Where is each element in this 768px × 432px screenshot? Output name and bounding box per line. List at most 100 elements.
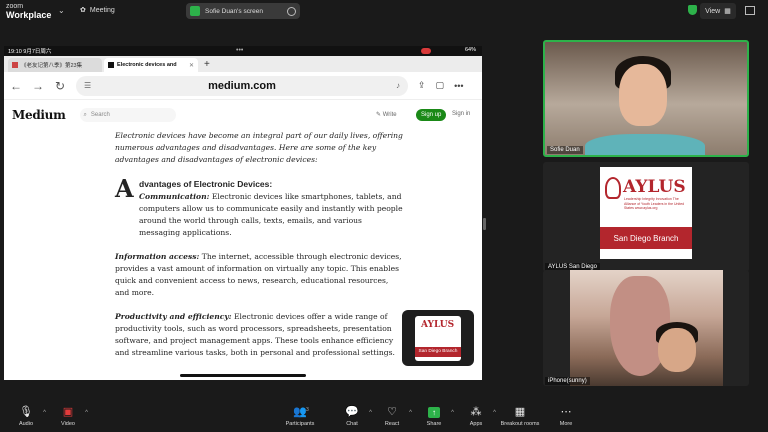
share-status-text: Sofie Duan's screen bbox=[205, 7, 263, 15]
shared-screen: 19:10 9月7日周六 ••• 64% 《老友记第八季》第23集 Electr… bbox=[4, 46, 482, 380]
microphone-icon[interactable]: ♪ bbox=[396, 81, 400, 90]
heading-text: dvantages of Electronic Devices: bbox=[139, 179, 273, 189]
chevron-up-icon[interactable]: ^ bbox=[409, 410, 412, 416]
chevron-up-icon[interactable]: ^ bbox=[85, 410, 88, 416]
audio-label: Audio bbox=[18, 421, 34, 427]
write-button[interactable]: ✎ Write bbox=[376, 111, 397, 118]
breakout-grid-icon: ▦ bbox=[514, 406, 526, 418]
sign-in-link[interactable]: Sign in bbox=[452, 111, 470, 117]
pip-band-text: San Diego Branch bbox=[415, 346, 461, 357]
medium-favicon-icon bbox=[108, 62, 114, 68]
video-feed-body bbox=[585, 134, 705, 155]
browser-tab[interactable]: 《老友记第八季》第23集 bbox=[8, 58, 102, 72]
more-dots-icon: ⋯ bbox=[560, 406, 572, 418]
medium-logo[interactable]: Medium bbox=[12, 108, 66, 122]
new-tab-icon[interactable]: + bbox=[200, 59, 214, 72]
share-sheet-icon[interactable]: ⇪ bbox=[418, 80, 426, 91]
apps-label: Apps bbox=[469, 421, 483, 427]
tab-count-icon[interactable]: ▢ bbox=[436, 80, 445, 91]
p1-label: Communication: bbox=[139, 192, 210, 201]
split-handle[interactable] bbox=[483, 218, 486, 230]
more-dots-icon[interactable]: ••• bbox=[454, 81, 463, 91]
p2-label: Information access: bbox=[115, 252, 200, 261]
chat-label: Chat bbox=[346, 421, 358, 427]
chat-button[interactable]: 💬 Chat ^ bbox=[332, 406, 372, 427]
participant-tile[interactable]: iPhone(sunny) bbox=[543, 270, 749, 386]
participants-label: Participants bbox=[285, 421, 315, 427]
search-placeholder: Search bbox=[90, 112, 110, 118]
back-icon[interactable]: ← bbox=[10, 79, 22, 93]
sign-up-button[interactable]: Sign up bbox=[416, 109, 447, 121]
pip-video[interactable]: AYLUS San Diego Branch bbox=[402, 310, 474, 366]
participant-tile-active[interactable]: Sofie Duan bbox=[543, 40, 749, 157]
tab-label: Electronic devices and bbox=[117, 62, 177, 68]
security-shield-icon[interactable] bbox=[688, 5, 697, 15]
zoom-brand: zoom Workplace bbox=[6, 2, 51, 20]
tab-favicon-icon bbox=[12, 62, 18, 68]
share-button[interactable]: ↑ Share ^ bbox=[414, 406, 454, 427]
meeting-label: Meeting bbox=[89, 6, 115, 14]
aylus-logo-card: AYLUS Leadership Integrity Innovation Th… bbox=[600, 167, 692, 259]
video-label: Video bbox=[61, 421, 75, 427]
participant-name: iPhone(sunny) bbox=[545, 377, 590, 385]
meeting-menu[interactable]: ✿ Meeting bbox=[80, 6, 115, 15]
audio-button[interactable]: 🎙 Audio ^ bbox=[6, 406, 46, 427]
share-arrow-icon: ↑ bbox=[428, 407, 440, 418]
browser-tabs: 《老友记第八季》第23集 Electronic devices and ✕ + bbox=[4, 56, 482, 72]
pip-logo-card: AYLUS San Diego Branch bbox=[415, 315, 461, 361]
brand-main: Workplace bbox=[6, 10, 52, 20]
video-feed-face bbox=[619, 64, 667, 126]
browser-tab-active[interactable]: Electronic devices and ✕ bbox=[104, 58, 198, 72]
chevron-up-icon[interactable]: ^ bbox=[451, 410, 454, 416]
aylus-subtitle: Leadership Integrity Innovation The Alli… bbox=[624, 197, 685, 210]
view-grid-icon: ▦ bbox=[724, 8, 731, 15]
share-label: Share bbox=[426, 421, 442, 427]
forward-icon[interactable]: → bbox=[32, 79, 44, 93]
drop-cap: A bbox=[115, 174, 134, 203]
battery-status: 64% bbox=[464, 47, 476, 53]
view-button[interactable]: View ▦ bbox=[700, 3, 736, 19]
react-label: React bbox=[384, 421, 400, 427]
chat-icon: 💬 bbox=[345, 406, 359, 418]
reader-icon[interactable]: ☰ bbox=[84, 81, 91, 90]
breakout-rooms-button[interactable]: ▦ Breakout rooms bbox=[496, 406, 544, 427]
url-field[interactable]: ☰ medium.com ♪ bbox=[76, 75, 408, 96]
video-feed bbox=[570, 270, 723, 386]
section-heading: A dvantages of Electronic Devices: Commu… bbox=[115, 174, 403, 239]
nav-arrows-icon[interactable]: ⌄ bbox=[58, 6, 68, 15]
url-text: medium.com bbox=[208, 79, 276, 92]
chevron-up-icon[interactable]: ^ bbox=[43, 410, 46, 416]
paw-icon: ✿ bbox=[80, 7, 86, 14]
close-tab-icon[interactable]: ✕ bbox=[189, 62, 194, 69]
video-button[interactable]: ▣ Video ^ bbox=[48, 406, 88, 427]
address-bar: ← → ↻ ☰ medium.com ♪ ⇪ ▢ ••• bbox=[4, 72, 482, 100]
recording-icon bbox=[421, 48, 431, 54]
reload-icon[interactable]: ↻ bbox=[54, 79, 66, 93]
ipad-status-bar: 19:10 9月7日周六 ••• 64% bbox=[4, 46, 482, 56]
apps-button[interactable]: ⁂ Apps ^ bbox=[456, 406, 496, 427]
maximize-icon[interactable] bbox=[745, 6, 755, 15]
participant-name: Sofie Duan bbox=[547, 146, 583, 154]
aylus-band-text: San Diego Branch bbox=[600, 227, 692, 249]
react-button[interactable]: ♡ React ^ bbox=[372, 406, 412, 427]
meeting-toolbar: 🎙 Audio ^ ▣ Video ^ 👥 3 Participants 💬 C… bbox=[0, 402, 768, 432]
tab-label: 《老友记第八季》第23集 bbox=[21, 63, 83, 69]
medium-header: Medium ⌕ Search ✎ Write Sign up Sign in bbox=[4, 100, 482, 130]
status-time: 19:10 9月7日周六 bbox=[8, 49, 52, 55]
write-label: Write bbox=[382, 112, 397, 118]
aylus-logo-text: AYLUS bbox=[623, 177, 686, 197]
article-body: Electronic devices have become an integr… bbox=[115, 130, 403, 371]
more-button[interactable]: ⋯ More bbox=[546, 406, 586, 427]
pip-logo-text: AYLUS bbox=[421, 319, 455, 330]
view-label: View bbox=[705, 7, 721, 15]
apps-icon: ⁂ bbox=[470, 406, 482, 418]
participant-tile[interactable]: AYLUS Leadership Integrity Innovation Th… bbox=[543, 162, 749, 272]
medium-search[interactable]: ⌕ Search bbox=[79, 108, 176, 122]
participants-count: 3 bbox=[306, 407, 309, 413]
share-options-icon[interactable] bbox=[287, 6, 296, 16]
screen-share-indicator[interactable]: Sofie Duan's screen bbox=[186, 3, 300, 19]
video-feed-face bbox=[658, 328, 696, 372]
home-indicator bbox=[180, 374, 306, 377]
participants-button[interactable]: 👥 3 Participants bbox=[280, 406, 320, 427]
breakout-label: Breakout rooms bbox=[500, 421, 540, 427]
